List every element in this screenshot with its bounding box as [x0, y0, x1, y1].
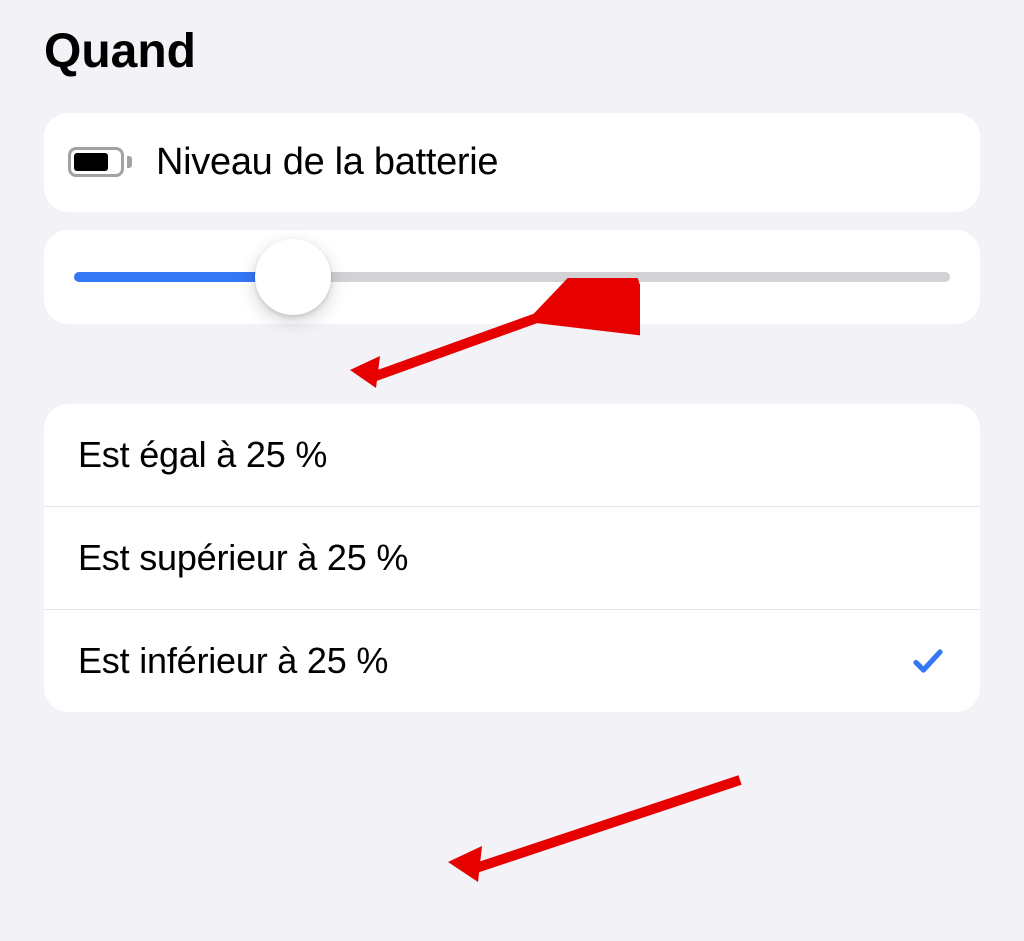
annotation-arrow-icon [440, 770, 760, 890]
section-title: Quand [0, 0, 1024, 95]
option-label: Est supérieur à 25 % [78, 537, 408, 579]
battery-icon [68, 147, 130, 179]
condition-options: Est égal à 25 % Est supérieur à 25 % Est… [44, 404, 980, 712]
option-greater[interactable]: Est supérieur à 25 % [44, 507, 980, 610]
slider-thumb[interactable] [255, 239, 331, 315]
battery-slider[interactable] [74, 272, 950, 282]
option-label: Est égal à 25 % [78, 434, 327, 476]
battery-slider-card [44, 230, 980, 324]
option-equals[interactable]: Est égal à 25 % [44, 404, 980, 507]
option-label: Est inférieur à 25 % [78, 640, 388, 682]
option-less[interactable]: Est inférieur à 25 % [44, 610, 980, 712]
checkmark-icon [910, 643, 946, 679]
battery-level-row[interactable]: Niveau de la batterie [44, 113, 980, 212]
battery-label: Niveau de la batterie [156, 141, 498, 184]
